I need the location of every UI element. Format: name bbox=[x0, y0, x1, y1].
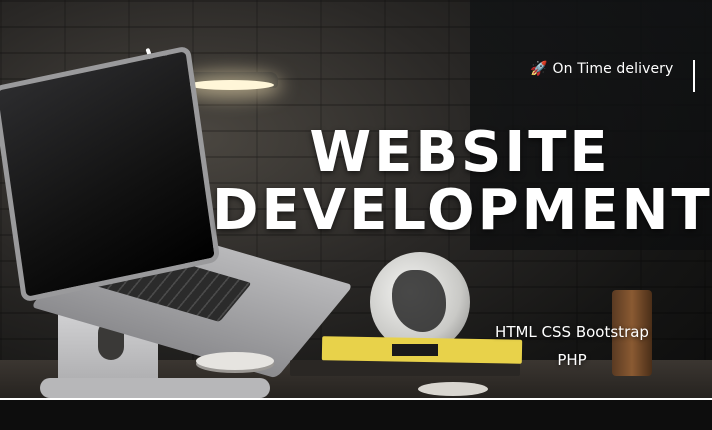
coaster bbox=[418, 382, 488, 396]
tagline: 🚀 On Time delivery bbox=[530, 61, 673, 77]
headline-line1: WEBSITE bbox=[309, 120, 611, 185]
headline-line2: DEVELOPMENT bbox=[212, 178, 712, 244]
laptop-screen bbox=[0, 45, 221, 303]
laptop-stand-base bbox=[40, 378, 270, 398]
skills-list: HTML CSS Bootstrap PHP bbox=[470, 318, 674, 374]
text-cursor-bar bbox=[693, 60, 695, 92]
gig-banner: 🚀 On Time delivery WEBSITE DEVELOPMENT H… bbox=[0, 0, 712, 430]
rocket-icon: 🚀 bbox=[530, 61, 548, 77]
skills-line1: HTML CSS Bootstrap bbox=[495, 323, 649, 341]
skills-line2: PHP bbox=[557, 351, 587, 369]
desk-puck bbox=[196, 352, 274, 370]
headline: WEBSITE DEVELOPMENT bbox=[212, 120, 712, 244]
lamp-light-glow bbox=[188, 80, 274, 90]
bottom-strip bbox=[0, 400, 712, 430]
tagline-text: On Time delivery bbox=[552, 61, 674, 77]
book-spine-label bbox=[392, 344, 438, 356]
